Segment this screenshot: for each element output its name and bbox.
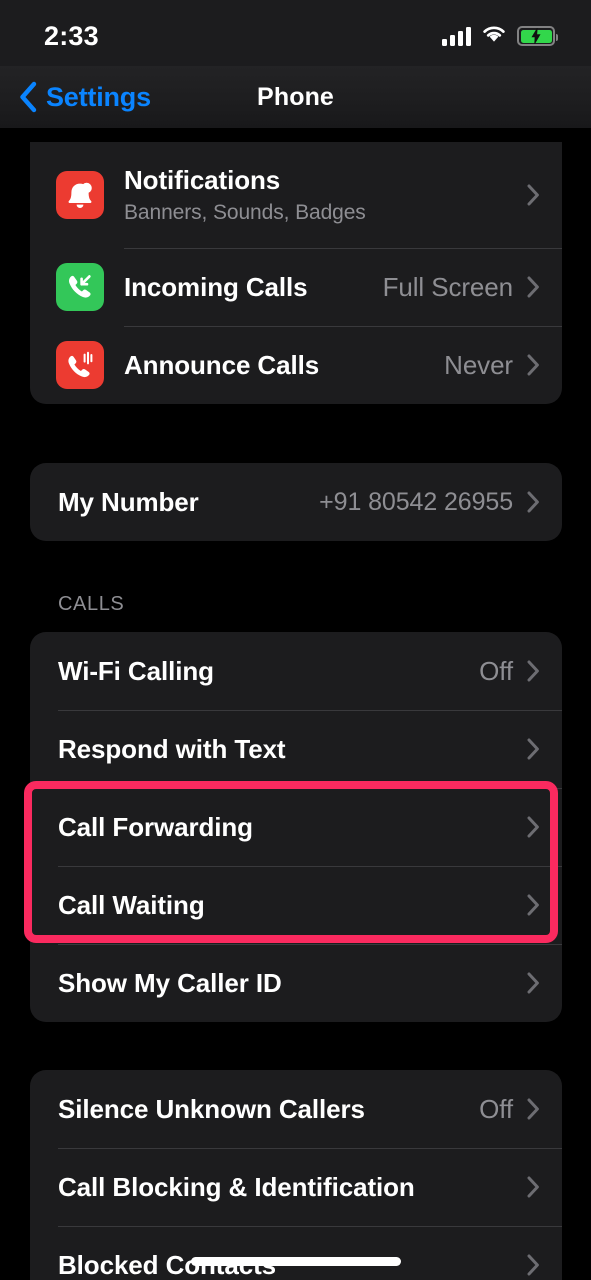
row-title: Incoming Calls (124, 271, 308, 302)
my-number-group: My Number +91 80542 26955 (30, 463, 562, 541)
row-my-number[interactable]: My Number +91 80542 26955 (30, 463, 562, 541)
status-time: 2:33 (44, 20, 99, 51)
row-incoming-calls[interactable]: Incoming Calls Full Screen (30, 248, 562, 326)
row-silence-unknown-callers[interactable]: Silence Unknown Callers Off (30, 1070, 562, 1148)
row-subtitle: Banners, Sounds, Badges (124, 200, 366, 224)
row-title: My Number (58, 486, 199, 517)
chevron-right-icon (527, 276, 539, 298)
row-title: Call Waiting (58, 889, 205, 920)
status-icons (442, 24, 558, 49)
cellular-bars-icon (442, 26, 471, 46)
row-value: Off (479, 655, 513, 686)
section-header-calls: CALLS (58, 593, 125, 615)
row-value: Off (479, 1093, 513, 1124)
row-title: Show My Caller ID (58, 967, 282, 998)
phone-announce-icon (56, 341, 104, 389)
row-value: Never (444, 349, 513, 380)
settings-scroll-view[interactable]: Notifications Banners, Sounds, Badges In… (0, 128, 591, 1280)
row-respond-with-text[interactable]: Respond with Text (30, 710, 562, 788)
row-announce-calls[interactable]: Announce Calls Never (30, 326, 562, 404)
row-value: +91 80542 26955 (319, 487, 513, 516)
iphone-screen: 2:33 Settings Phone Notifications Banner… (0, 0, 591, 1280)
row-call-waiting[interactable]: Call Waiting (30, 866, 562, 944)
chevron-right-icon (527, 491, 539, 513)
bell-badge-icon (56, 171, 104, 219)
chevron-right-icon (527, 354, 539, 376)
chevron-right-icon (527, 660, 539, 682)
alerts-group: Notifications Banners, Sounds, Badges In… (30, 142, 562, 404)
chevron-right-icon (527, 972, 539, 994)
phone-incoming-icon (56, 263, 104, 311)
navigation-bar: Settings Phone (0, 66, 591, 128)
home-indicator (191, 1257, 401, 1266)
row-title: Silence Unknown Callers (58, 1093, 365, 1124)
status-bar: 2:33 (0, 0, 591, 66)
chevron-right-icon (527, 1176, 539, 1198)
chevron-right-icon (527, 816, 539, 838)
row-title: Call Forwarding (58, 811, 253, 842)
row-call-forwarding[interactable]: Call Forwarding (30, 788, 562, 866)
chevron-right-icon (527, 184, 539, 206)
row-show-my-caller-id[interactable]: Show My Caller ID (30, 944, 562, 1022)
row-blocked-contacts[interactable]: Blocked Contacts (30, 1226, 562, 1280)
call-blocking-group: Silence Unknown Callers Off Call Blockin… (30, 1070, 562, 1280)
row-title: Wi-Fi Calling (58, 655, 214, 686)
row-call-blocking-identification[interactable]: Call Blocking & Identification (30, 1148, 562, 1226)
chevron-right-icon (527, 738, 539, 760)
wifi-icon (481, 24, 507, 49)
chevron-right-icon (527, 1098, 539, 1120)
row-title: Notifications (124, 165, 281, 196)
row-value: Full Screen (382, 271, 514, 302)
row-title: Call Blocking & Identification (58, 1171, 415, 1202)
chevron-right-icon (527, 894, 539, 916)
page-title: Phone (257, 82, 334, 111)
row-title: Respond with Text (58, 733, 286, 764)
chevron-right-icon (527, 1254, 539, 1276)
row-wifi-calling[interactable]: Wi-Fi Calling Off (30, 632, 562, 710)
calls-group: Wi-Fi Calling Off Respond with Text Call… (30, 632, 562, 1022)
battery-charging-icon (517, 26, 558, 46)
row-notifications[interactable]: Notifications Banners, Sounds, Badges (30, 142, 562, 248)
row-title: Announce Calls (124, 349, 320, 380)
